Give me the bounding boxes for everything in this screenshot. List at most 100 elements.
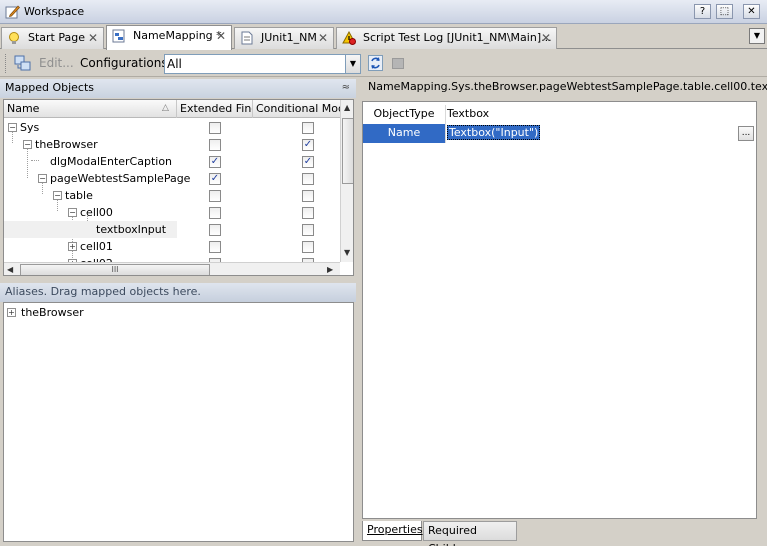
- chevron-down-icon[interactable]: ▼: [345, 55, 360, 73]
- expand-plus-icon[interactable]: +: [7, 308, 16, 317]
- column-label: Conditional Mode: [256, 102, 340, 115]
- collapse-icon[interactable]: ≈: [342, 79, 350, 97]
- configuration-select[interactable]: All ▼: [164, 54, 361, 74]
- alias-node-thebrowser[interactable]: theBrowser: [21, 306, 84, 319]
- property-value-field[interactable]: Textbox("Input"): [447, 124, 737, 143]
- configurations-label: Configurations: [80, 56, 168, 70]
- object-path: NameMapping.Sys.theBrowser.pageWebtestSa…: [368, 80, 767, 93]
- tab-label: NameMapping *: [133, 29, 222, 42]
- tab-list-dropdown-icon[interactable]: ▼: [749, 28, 765, 44]
- panel-title: Mapped Objects: [5, 81, 94, 94]
- column-header-extended-find[interactable]: Extended Find: [177, 100, 253, 118]
- configuration-value: All: [167, 57, 182, 71]
- extended-find-checkbox[interactable]: [209, 139, 221, 151]
- close-icon[interactable]: ✕: [541, 28, 551, 48]
- close-window-button[interactable]: ✕: [743, 4, 760, 19]
- scroll-up-icon[interactable]: ▲: [344, 103, 350, 112]
- tree-node-cell01[interactable]: cell01: [80, 240, 113, 253]
- table-row[interactable]: − Sys: [4, 119, 340, 136]
- conditional-mode-checkbox[interactable]: [302, 190, 314, 202]
- collapse-minus-icon[interactable]: −: [68, 208, 77, 217]
- table-row[interactable]: + cell02: [4, 255, 340, 262]
- collapse-minus-icon[interactable]: −: [8, 123, 17, 132]
- tab-script-test-log[interactable]: Script Test Log [JUnit1_NM\Main]... ✕: [336, 27, 557, 49]
- column-label: Name: [7, 102, 40, 115]
- column-header-name[interactable]: Name △: [4, 100, 177, 118]
- horizontal-scrollbar[interactable]: ◀ III ▶: [4, 262, 340, 275]
- help-button[interactable]: ?: [694, 4, 711, 19]
- table-row-selected[interactable]: textboxInput: [4, 221, 177, 238]
- document-icon: [241, 31, 253, 45]
- property-name: ObjectType: [363, 105, 446, 124]
- aliases-header: Aliases. Drag mapped objects here.: [0, 283, 356, 302]
- tab-namemapping[interactable]: NameMapping * ✕: [106, 25, 232, 50]
- namemapping-icon: [112, 29, 125, 43]
- conditional-mode-checkbox[interactable]: [302, 122, 314, 134]
- ellipsis-button[interactable]: ...: [738, 126, 754, 141]
- refresh-icon[interactable]: [368, 55, 383, 71]
- collapse-minus-icon[interactable]: −: [23, 140, 32, 149]
- vertical-scrollbar[interactable]: ▲ ▼: [340, 100, 353, 262]
- table-row[interactable]: − theBrowser ✓: [4, 136, 340, 153]
- conditional-mode-checkbox[interactable]: [302, 207, 314, 219]
- extended-find-checkbox[interactable]: [209, 241, 221, 253]
- warning-log-icon: [342, 31, 356, 45]
- property-row-selected[interactable]: Name Textbox("Input"): [363, 124, 756, 143]
- conditional-mode-checkbox[interactable]: [302, 241, 314, 253]
- table-row[interactable]: + cell01: [4, 238, 340, 255]
- extended-find-checkbox[interactable]: [209, 224, 221, 236]
- panel-title: Aliases. Drag mapped objects here.: [5, 285, 201, 298]
- property-value[interactable]: Textbox: [447, 105, 489, 124]
- aliases-tree[interactable]: + theBrowser: [3, 302, 354, 542]
- conditional-mode-checkbox[interactable]: ✓: [302, 139, 314, 151]
- tab-junit1-nm[interactable]: JUnit1_NM ✕: [234, 27, 334, 49]
- extended-find-checkbox[interactable]: [209, 122, 221, 134]
- close-icon[interactable]: ✕: [318, 28, 328, 48]
- extended-find-checkbox[interactable]: ✓: [209, 173, 221, 185]
- extended-find-checkbox[interactable]: [209, 190, 221, 202]
- toolbar: Edit... Configurations: [0, 50, 767, 77]
- tab-start-page[interactable]: Start Page ✕: [1, 27, 104, 49]
- stop-icon[interactable]: [392, 58, 404, 69]
- column-header-conditional-mode[interactable]: Conditional Mode: [253, 100, 340, 118]
- tree-node-pagewebtestsamplepage[interactable]: pageWebtestSamplePage: [50, 172, 190, 185]
- tree-node-textboxinput[interactable]: textboxInput: [96, 223, 166, 236]
- collapse-minus-icon[interactable]: −: [38, 174, 47, 183]
- grid-header: Name △ Extended Find Conditional Mode: [4, 100, 340, 118]
- window-title-bar: Workspace ? ⬚ ✕: [0, 0, 767, 24]
- collapse-minus-icon[interactable]: −: [53, 191, 62, 200]
- properties-grid: ObjectType Textbox Name Textbox("Input")…: [362, 101, 757, 519]
- scroll-down-icon[interactable]: ▼: [344, 248, 350, 257]
- close-icon[interactable]: ✕: [88, 28, 98, 48]
- table-row[interactable]: − table: [4, 187, 340, 204]
- table-row[interactable]: dlgModalEnterCaption ✓ ✓: [4, 153, 340, 170]
- extended-find-checkbox[interactable]: [209, 207, 221, 219]
- tree-node-thebrowser[interactable]: theBrowser: [35, 138, 98, 151]
- conditional-mode-checkbox[interactable]: ✓: [302, 156, 314, 168]
- table-row-cells: [177, 221, 340, 238]
- property-row[interactable]: ObjectType Textbox: [363, 105, 756, 124]
- conditional-mode-checkbox[interactable]: [302, 224, 314, 236]
- restore-button[interactable]: ⬚: [716, 4, 733, 19]
- edit-configurations-icon[interactable]: [14, 55, 31, 71]
- scroll-left-icon[interactable]: ◀: [7, 265, 13, 274]
- table-row[interactable]: − cell00: [4, 204, 340, 221]
- table-row[interactable]: − pageWebtestSamplePage ✓: [4, 170, 340, 187]
- tab-required-children[interactable]: Required Children: [423, 521, 517, 546]
- close-icon[interactable]: ✕: [216, 26, 226, 46]
- tree-node-sys[interactable]: Sys: [20, 121, 39, 134]
- edit-button[interactable]: Edit...: [39, 56, 74, 70]
- list-item[interactable]: + theBrowser: [4, 304, 353, 321]
- scroll-right-icon[interactable]: ▶: [327, 265, 333, 274]
- toolbar-grip[interactable]: [5, 54, 8, 73]
- property-value[interactable]: Textbox("Input"): [447, 125, 541, 140]
- vertical-scroll-thumb[interactable]: [342, 118, 353, 184]
- conditional-mode-checkbox[interactable]: [302, 173, 314, 185]
- expand-plus-icon[interactable]: +: [68, 242, 77, 251]
- horizontal-scroll-thumb[interactable]: III: [20, 264, 210, 275]
- tree-node-dlgmodalentercaption[interactable]: dlgModalEnterCaption: [50, 155, 172, 168]
- tree-node-cell00[interactable]: cell00: [80, 206, 113, 219]
- tree-node-table[interactable]: table: [65, 189, 93, 202]
- extended-find-checkbox[interactable]: ✓: [209, 156, 221, 168]
- tab-properties[interactable]: Properties: [362, 521, 423, 541]
